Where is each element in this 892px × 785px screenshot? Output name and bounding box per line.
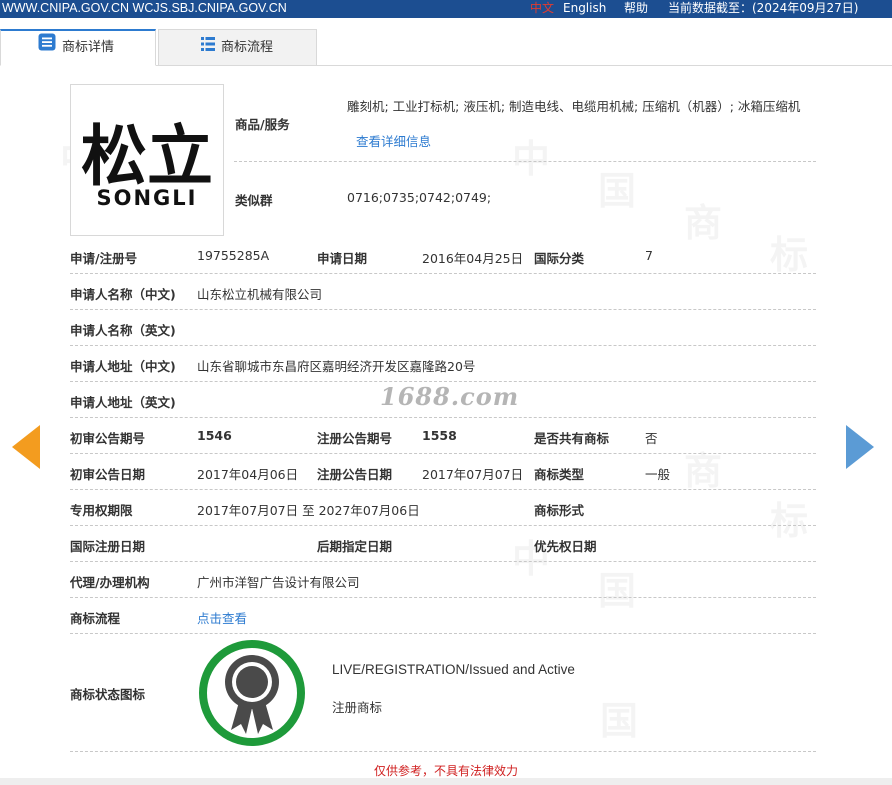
tab-bar: 商标详情 商标流程 — [0, 29, 892, 66]
trademark-logo-latin: SONGLI — [97, 186, 198, 210]
disclaimer-note: 仅供参考，不具有法律效力 — [373, 764, 518, 778]
shared-mark-label: 是否共有商标 — [534, 431, 610, 446]
trademark-image: 松立 SONGLI — [70, 84, 224, 236]
reg-notice-date-value: 2017年07月07日 — [422, 467, 524, 482]
site-url: WWW.CNIPA.GOV.CN WCJS.SBJ.CNIPA.GOV.CN — [2, 1, 287, 15]
apply-date-label: 申请日期 — [317, 251, 368, 266]
applicant-cn-value: 山东松立机械有限公司 — [197, 287, 323, 302]
exclusive-period-row: 专用权期限 2017年07月07日 至 2027年07月06日 商标形式 — [70, 490, 816, 526]
registered-badge-icon — [197, 638, 307, 748]
help-link[interactable]: 帮助 — [624, 0, 648, 16]
lang-english-link[interactable]: English — [563, 0, 606, 16]
prelim-no-label: 初审公告期号 — [70, 431, 146, 446]
process-label: 商标流程 — [70, 611, 121, 626]
site-watermark: 1688.com — [380, 382, 520, 411]
bottom-strip — [0, 778, 892, 785]
prelim-date-value: 2017年04月06日 — [197, 467, 299, 482]
announcement-date-row: 初审公告日期 2017年04月06日 注册公告日期 2017年07月07日 商标… — [70, 454, 816, 490]
next-record-arrow-icon[interactable] — [846, 425, 874, 469]
applicant-en-row: 申请人名称（英文) — [70, 310, 816, 346]
process-view-link[interactable]: 点击查看 — [197, 608, 247, 627]
mark-type-label: 商标类型 — [534, 467, 585, 482]
process-row: 商标流程 点击查看 — [70, 598, 816, 634]
goods-detail-link[interactable]: 查看详细信息 — [356, 131, 431, 150]
address-cn-value: 山东省聊城市东昌府区嘉明经济开发区嘉隆路20号 — [197, 359, 476, 374]
applicant-en-label: 申请人名称（英文) — [70, 323, 176, 338]
list-detail-icon — [38, 30, 56, 66]
status-icon-label: 商标状态图标 — [70, 687, 146, 702]
top-bar: WWW.CNIPA.GOV.CN WCJS.SBJ.CNIPA.GOV.CN 中… — [0, 0, 892, 18]
prelim-date-label: 初审公告日期 — [70, 467, 146, 482]
status-row: 商标状态图标 LIVE/REGISTRATION/Issued and Acti… — [70, 634, 816, 752]
goods-row: 商品/服务 雕刻机; 工业打标机; 液压机; 制造电线、电缆用机械; 压缩机（机… — [234, 84, 816, 162]
address-cn-label: 申请人地址（中文) — [70, 359, 176, 374]
goods-label: 商品/服务 — [235, 117, 290, 132]
tab-mark-flow-label: 商标流程 — [221, 39, 274, 55]
intl-dates-row: 国际注册日期 后期指定日期 优先权日期 — [70, 526, 816, 562]
status-chinese: 注册商标 — [332, 700, 383, 715]
mark-type-value: 一般 — [645, 467, 671, 482]
similar-group-label: 类似群 — [235, 193, 273, 208]
intl-class-label: 国际分类 — [534, 251, 585, 266]
agent-row: 代理/办理机构 广州市洋智广告设计有限公司 — [70, 562, 816, 598]
status-english: LIVE/REGISTRATION/Issued and Active — [332, 662, 575, 677]
reg-no-value: 19755285A — [197, 248, 270, 263]
reg-no-label: 申请/注册号 — [70, 251, 138, 266]
exclusive-period-label: 专用权期限 — [70, 503, 133, 518]
apply-date-value: 2016年04月25日 — [422, 251, 524, 266]
address-cn-row: 申请人地址（中文) 山东省聊城市东昌府区嘉明经济开发区嘉隆路20号 — [70, 346, 816, 382]
similar-group-row: 类似群 0716;0735;0742;0749; — [234, 162, 816, 236]
trademark-logo-chinese: 松立 — [81, 118, 213, 195]
applicant-cn-row: 申请人名称（中文) 山东松立机械有限公司 — [70, 274, 816, 310]
intl-reg-date-label: 国际注册日期 — [70, 539, 146, 554]
prev-record-arrow-icon[interactable] — [12, 425, 40, 469]
goods-value: 雕刻机; 工业打标机; 液压机; 制造电线、电缆用机械; 压缩机（机器）; 冰箱… — [347, 99, 801, 114]
agent-value: 广州市洋智广告设计有限公司 — [197, 575, 360, 590]
shared-mark-value: 否 — [645, 431, 658, 446]
later-designation-label: 后期指定日期 — [317, 539, 393, 554]
exclusive-period-value: 2017年07月07日 至 2027年07月06日 — [197, 503, 420, 518]
prelim-no-value: 1546 — [197, 428, 232, 443]
reg-notice-date-label: 注册公告日期 — [317, 467, 393, 482]
lang-chinese-link[interactable]: 中文 — [530, 0, 554, 16]
intl-class-value: 7 — [645, 248, 653, 263]
reg-notice-no-value: 1558 — [422, 428, 457, 443]
list-flow-icon — [201, 30, 215, 66]
agent-label: 代理/办理机构 — [70, 575, 150, 590]
applicant-cn-label: 申请人名称（中文) — [70, 287, 176, 302]
tab-mark-flow[interactable]: 商标流程 — [158, 29, 317, 66]
reg-notice-no-label: 注册公告期号 — [317, 431, 393, 446]
announcement-no-row: 初审公告期号 1546 注册公告期号 1558 是否共有商标 否 — [70, 418, 816, 454]
priority-date-label: 优先权日期 — [534, 539, 597, 554]
data-date: 当前数据截至：(2024年09月27日) — [668, 1, 859, 15]
tab-mark-detail-label: 商标详情 — [62, 40, 115, 55]
trademark-logo: 松立 SONGLI — [81, 118, 213, 210]
registration-row: 申请/注册号 19755285A 申请日期 2016年04月25日 国际分类 7 — [70, 238, 816, 274]
tab-mark-detail[interactable]: 商标详情 — [0, 29, 156, 66]
similar-group-value: 0716;0735;0742;0749; — [347, 190, 492, 205]
mark-form-label: 商标形式 — [534, 503, 585, 518]
address-en-label: 申请人地址（英文) — [70, 395, 176, 410]
